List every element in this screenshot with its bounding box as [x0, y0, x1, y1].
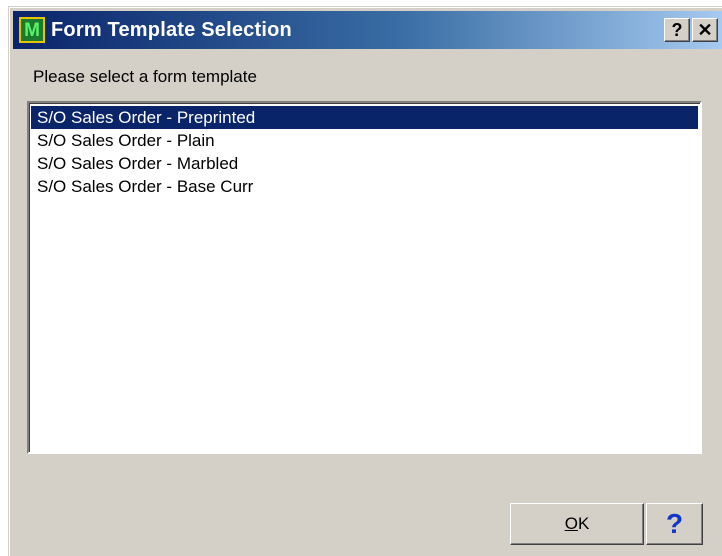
app-logo-icon: M: [19, 17, 45, 43]
close-button[interactable]: ✕: [692, 18, 718, 42]
title-help-button[interactable]: ?: [664, 18, 690, 42]
close-icon: ✕: [697, 19, 713, 40]
ok-mnemonic: O: [564, 514, 578, 533]
list-item[interactable]: S/O Sales Order - Base Curr: [31, 175, 698, 198]
prompt-label: Please select a form template: [33, 67, 257, 86]
list-item[interactable]: S/O Sales Order - Marbled: [31, 152, 698, 175]
ok-button[interactable]: OK: [510, 503, 644, 545]
ok-label-rest: K: [577, 514, 590, 533]
list-item[interactable]: S/O Sales Order - Plain: [31, 129, 698, 152]
dialog-window: M Form Template Selection ? ✕ Please sel…: [8, 6, 722, 556]
help-button[interactable]: ?: [646, 503, 703, 545]
list-item[interactable]: S/O Sales Order - Preprinted: [31, 106, 698, 129]
title-bar[interactable]: M Form Template Selection ? ✕: [13, 11, 722, 49]
help-icon: ?: [665, 508, 684, 539]
question-mark-icon: ?: [671, 19, 683, 40]
template-listbox[interactable]: S/O Sales Order - Preprinted S/O Sales O…: [27, 101, 702, 454]
app-logo-letter: M: [24, 19, 40, 41]
window-title: Form Template Selection: [51, 18, 292, 41]
